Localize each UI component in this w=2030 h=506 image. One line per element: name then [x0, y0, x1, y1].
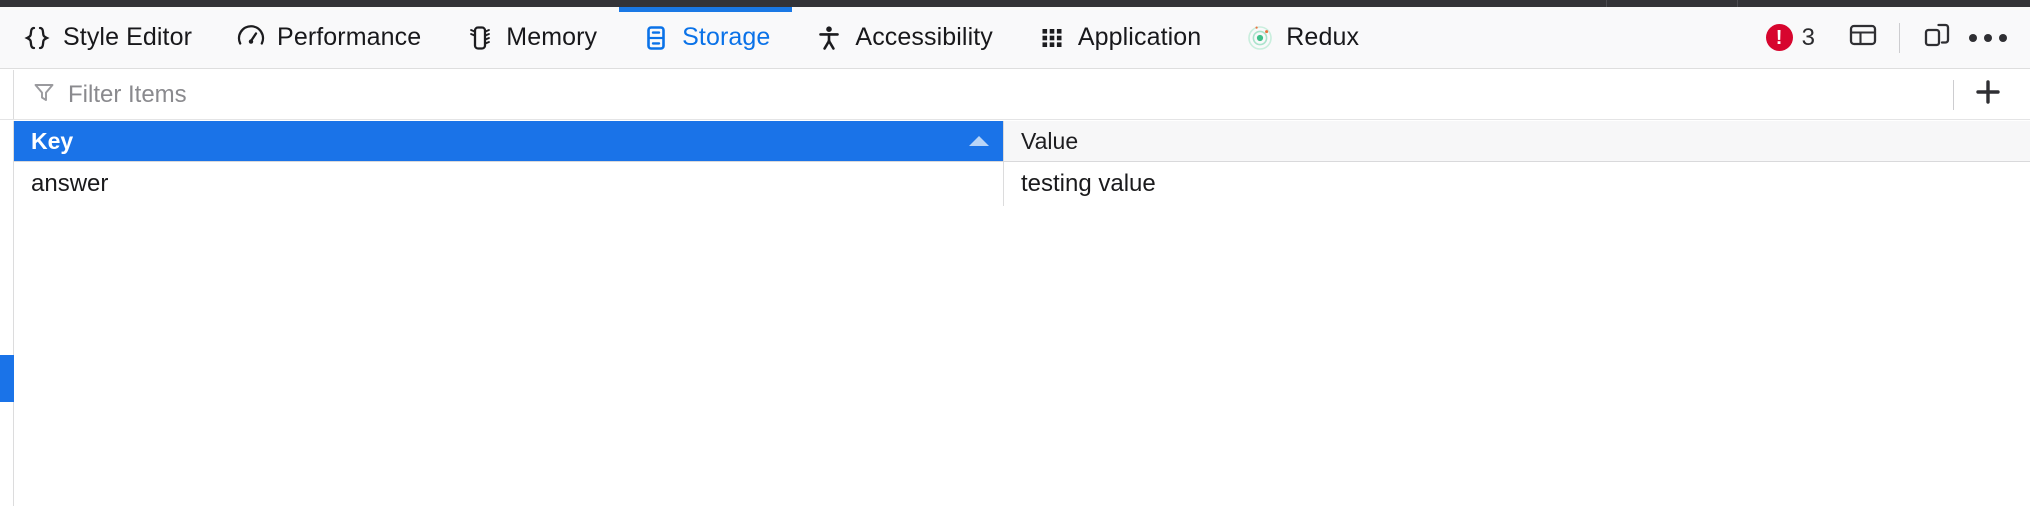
- toolbar-divider: [1899, 22, 1900, 53]
- filter-bar-right: [1943, 70, 2030, 119]
- error-circle-icon: !: [1765, 24, 1793, 51]
- storage-database-icon: [641, 23, 671, 53]
- add-item-button[interactable]: [1964, 71, 2012, 119]
- filter-bar: Filter Items: [0, 70, 2030, 120]
- filter-placeholder-text: Filter Items: [68, 80, 187, 108]
- tab-label-application: Application: [1077, 23, 1202, 51]
- toggle-panel-layout-button[interactable]: [1837, 12, 1889, 64]
- cell-key: answer: [31, 170, 109, 197]
- tab-memory[interactable]: Memory: [443, 7, 619, 68]
- tab-performance[interactable]: Performance: [214, 7, 443, 68]
- column-header-key[interactable]: Key: [14, 121, 1003, 161]
- table-body: answer testing value: [14, 162, 2030, 506]
- toolbar-right-controls: ! 3: [1765, 7, 2030, 68]
- filter-bar-divider: [1953, 79, 1954, 110]
- error-count-button[interactable]: ! 3: [1765, 23, 1815, 52]
- devices-icon: [1920, 19, 1952, 56]
- tab-label-performance: Performance: [277, 23, 422, 51]
- devtools-tab-list: Style Editor Performance Memory Storage …: [0, 7, 1381, 68]
- braces-icon: [22, 23, 52, 53]
- devtools-more-options-button[interactable]: [1962, 12, 2014, 64]
- top-strip-notch-b: [1737, 0, 1738, 7]
- table-row[interactable]: answer testing value: [14, 162, 2030, 206]
- sidebar-gutter: [0, 121, 14, 506]
- filter-bar-left-gutter: [0, 70, 14, 119]
- tab-redux[interactable]: Redux: [1223, 7, 1381, 68]
- devtools-storage-panel: Style Editor Performance Memory Storage …: [0, 0, 2030, 506]
- error-count-label: 3: [1801, 23, 1815, 51]
- tab-label-style-editor: Style Editor: [63, 23, 193, 51]
- column-header-value-label: Value: [1021, 127, 1079, 154]
- tab-storage[interactable]: Storage: [619, 7, 793, 68]
- tab-label-redux: Redux: [1286, 23, 1360, 51]
- responsive-design-mode-button[interactable]: [1910, 12, 1962, 64]
- devtools-toolbar: Style Editor Performance Memory Storage …: [0, 7, 2030, 69]
- storage-table-area: Key Value answer testing value: [0, 121, 2030, 506]
- gauge-icon: [236, 23, 266, 53]
- cell-value: testing value: [1003, 162, 2030, 206]
- tab-label-storage: Storage: [682, 23, 771, 51]
- tab-accessibility[interactable]: Accessibility: [792, 7, 1014, 68]
- tab-style-editor[interactable]: Style Editor: [0, 7, 214, 68]
- accessibility-person-icon: [814, 23, 844, 53]
- filter-input[interactable]: Filter Items: [14, 70, 1943, 119]
- table-header-row: Key Value: [14, 121, 2030, 162]
- storage-table: Key Value answer testing value: [14, 121, 2030, 506]
- window-top-strip: [0, 0, 2030, 7]
- funnel-filter-icon: [32, 80, 56, 109]
- tab-label-accessibility: Accessibility: [855, 23, 993, 51]
- sort-ascending-arrow-icon: [969, 136, 989, 146]
- tab-label-memory: Memory: [506, 23, 598, 51]
- column-header-key-label: Key: [31, 127, 74, 154]
- tab-application[interactable]: Application: [1015, 7, 1223, 68]
- memory-chip-icon: [465, 23, 495, 53]
- plus-icon: [1972, 76, 2004, 113]
- meatball-menu-icon: [1969, 33, 2007, 42]
- application-grid-icon: [1037, 23, 1067, 53]
- top-strip-notch-a: [1606, 0, 1607, 7]
- column-header-value[interactable]: Value: [1003, 121, 2030, 161]
- redux-atom-icon: [1245, 23, 1275, 53]
- panel-layout-icon: [1847, 19, 1879, 56]
- sidebar-splitter-thumb[interactable]: [0, 355, 14, 402]
